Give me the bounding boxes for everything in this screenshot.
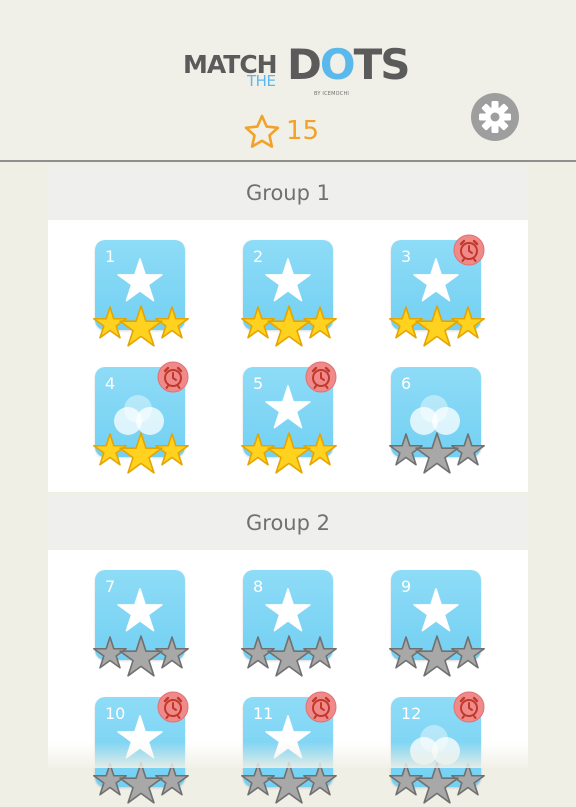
level-number: 8 (253, 577, 264, 596)
logo-dots-o: O (319, 40, 356, 89)
level-number: 7 (105, 577, 116, 596)
settings-button[interactable] (470, 92, 520, 142)
level-3-button[interactable]: 3 (389, 234, 487, 350)
level-rating-stars (241, 305, 337, 347)
logo-dots-text: DOTS (287, 40, 411, 89)
level-1-button[interactable]: 1 (93, 240, 191, 350)
group-title: Group 1 (246, 181, 330, 205)
level-6-button[interactable]: 6 (389, 367, 487, 477)
logo-dots-ts: TS (353, 40, 411, 89)
level-number: 5 (253, 374, 264, 393)
alarm-clock-icon (305, 691, 337, 723)
alarm-clock-icon (453, 234, 485, 266)
group-title: Group 2 (246, 511, 330, 535)
level-rating-stars (93, 432, 189, 474)
level-number: 3 (401, 247, 412, 266)
group-2-header: Group 2 (48, 496, 528, 550)
level-8-button[interactable]: 8 (241, 570, 339, 680)
level-number: 9 (401, 577, 412, 596)
level-star-icon (117, 258, 163, 302)
level-number: 2 (253, 247, 264, 266)
header-divider (0, 160, 576, 162)
alarm-clock-icon (305, 361, 337, 393)
logo-byline: BY ICEMOCHI (314, 91, 350, 97)
level-star-icon (265, 258, 311, 302)
scroll-fade (0, 742, 576, 768)
alarm-clock-icon (453, 691, 485, 723)
level-rating-stars (93, 305, 189, 347)
star-outline-icon (244, 114, 280, 148)
level-number: 4 (105, 374, 116, 393)
level-rating-stars (93, 635, 189, 677)
level-rating-stars (389, 305, 485, 347)
level-9-button[interactable]: 9 (389, 570, 487, 680)
alarm-clock-icon (157, 691, 189, 723)
level-rating-stars (241, 635, 337, 677)
star-total: 15 (244, 114, 334, 150)
level-number: 1 (105, 247, 116, 266)
level-rating-stars (389, 635, 485, 677)
level-5-button[interactable]: 5 (241, 361, 339, 477)
alarm-clock-icon (157, 361, 189, 393)
level-4-button[interactable]: 4 (93, 361, 191, 477)
level-number: 12 (401, 704, 422, 723)
logo-dots-d: D (287, 40, 322, 89)
level-number: 6 (401, 374, 412, 393)
logo-the-text: THE (247, 72, 276, 90)
group-1-header: Group 1 (48, 166, 528, 220)
star-total-count: 15 (286, 116, 320, 146)
level-7-button[interactable]: 7 (93, 570, 191, 680)
level-rating-stars (389, 432, 485, 474)
level-2-button[interactable]: 2 (241, 240, 339, 350)
level-rating-stars (241, 432, 337, 474)
game-logo: MATCH THE DOTS BY ICEMOCHI (183, 40, 410, 104)
level-star-icon (117, 588, 163, 632)
gear-icon (471, 93, 519, 141)
level-star-icon (265, 588, 311, 632)
level-star-icon (413, 588, 459, 632)
